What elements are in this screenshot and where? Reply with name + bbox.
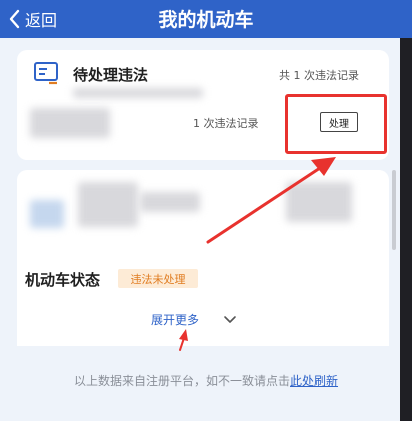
row-records-text: 1 次违法记录 — [193, 117, 259, 130]
expand-more-button[interactable]: 展开更多 — [151, 311, 237, 328]
header-bar: 返回 我的机动车 — [0, 0, 412, 38]
annotation-highlight-box — [285, 94, 387, 154]
chevron-down-icon — [224, 315, 236, 323]
footer-note-text: 以上数据来自注册平台，如不一致请点击 — [73, 374, 290, 388]
page-title: 我的机动车 — [158, 9, 254, 31]
redacted-plate — [30, 108, 110, 138]
scrollbar[interactable] — [392, 170, 396, 250]
violations-title: 待处理违法 — [73, 66, 149, 84]
redacted-vehicle-status — [286, 182, 352, 222]
footer-note: 以上数据来自注册平台，如不一致请点击此处刷新 — [0, 372, 412, 389]
redacted-vehicle-info — [78, 182, 138, 227]
redacted-text — [73, 88, 203, 98]
redacted-vehicle-image — [30, 200, 64, 228]
total-records-text: 共 1 次违法记录 — [279, 69, 359, 82]
vehicle-status-title: 机动车状态 — [25, 271, 101, 289]
screen-edge — [400, 38, 412, 421]
status-badge: 违法未处理 — [118, 269, 198, 288]
document-icon — [34, 62, 58, 85]
redacted-vehicle-text — [140, 192, 200, 212]
expand-more-label: 展开更多 — [151, 313, 200, 327]
refresh-link[interactable]: 此处刷新 — [290, 374, 338, 388]
